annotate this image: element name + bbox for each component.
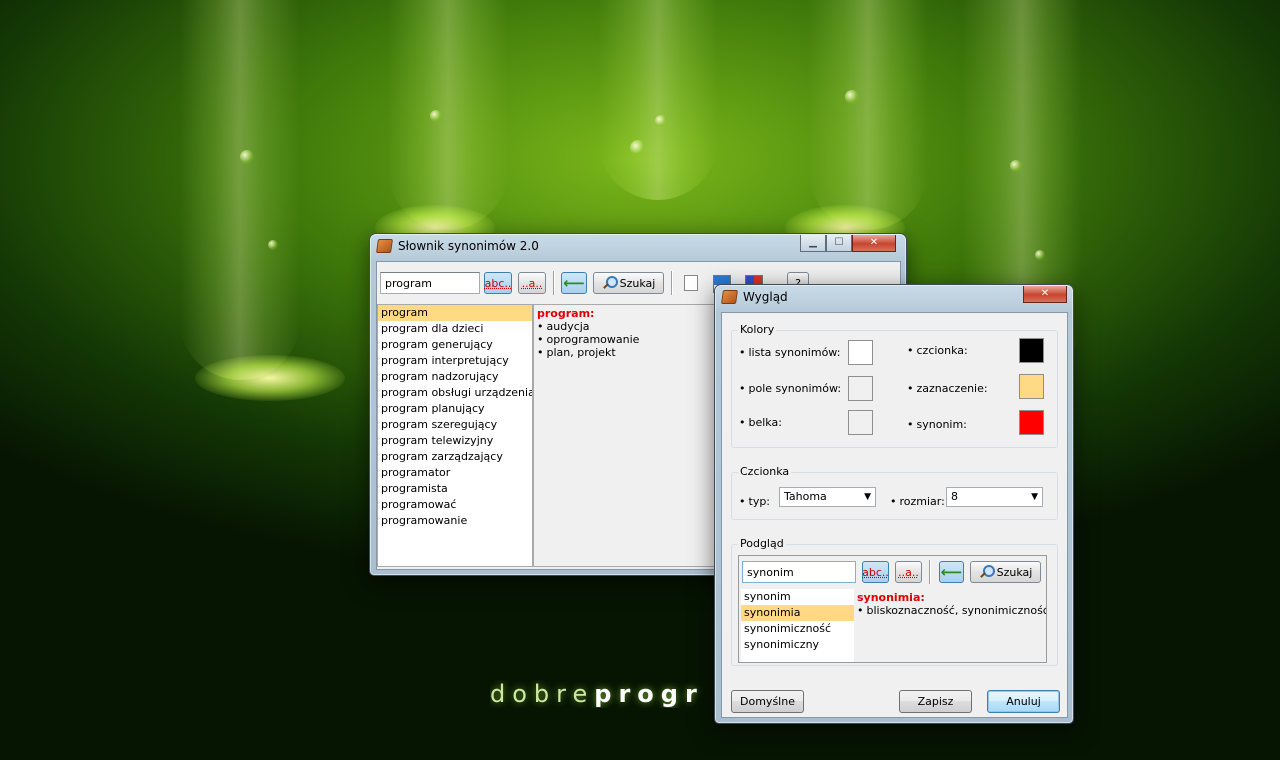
color-swatch-synonym[interactable] <box>1019 410 1044 435</box>
colors-group-label: Kolory <box>738 323 777 336</box>
word-list[interactable]: program program dla dzieci program gener… <box>377 304 533 567</box>
main-titlebar[interactable]: Słownik synonimów 2.0 ▁ ☐ ✕ <box>370 234 906 260</box>
list-item[interactable]: program dla dzieci <box>378 321 532 337</box>
color-label-synonym: synonim: <box>907 418 967 431</box>
list-item[interactable]: program nadzorujący <box>378 369 532 385</box>
list-item[interactable]: program zarządzający <box>378 449 532 465</box>
close-button[interactable]: ✕ <box>852 235 896 252</box>
brand-bold-text: progr <box>594 680 704 708</box>
preview-synonym-item[interactable]: bliskoznaczność, synonimiczność <box>857 604 1047 617</box>
back-button[interactable]: ⟵ <box>561 272 587 294</box>
list-item[interactable]: program generujący <box>378 337 532 353</box>
search-button[interactable]: Szukaj <box>593 272 664 294</box>
dialog-title: Wygląd <box>743 290 788 304</box>
toolbar-separator-2 <box>671 271 673 295</box>
back-arrow-icon: ⟵ <box>563 273 585 292</box>
color-label-selection: zaznaczenie: <box>907 382 988 395</box>
font-size-value: 8 <box>951 490 958 503</box>
preview-dots-label: ..a.. <box>898 565 919 579</box>
list-item[interactable]: program <box>378 305 532 321</box>
preview-whole-word-button[interactable]: abc.. <box>862 561 889 583</box>
preview-separator <box>929 560 931 584</box>
abc-label: abc.. <box>484 276 512 290</box>
chevron-down-icon: ▼ <box>1031 492 1038 502</box>
preview-list-item[interactable]: synonimiczny <box>741 637 854 653</box>
minimize-button[interactable]: ▁ <box>800 235 826 252</box>
search-button-label: Szukaj <box>619 276 656 290</box>
color-swatch-font[interactable] <box>1019 338 1044 363</box>
color-label-font: czcionka: <box>907 344 968 357</box>
color-swatch-list[interactable] <box>848 340 873 365</box>
font-type-label: typ: <box>739 495 771 508</box>
list-item[interactable]: programowanie <box>378 513 532 529</box>
color-label-bar: belka: <box>739 416 782 429</box>
maximize-button[interactable]: ☐ <box>826 235 852 252</box>
preview-group: Podgląd abc.. ..a.. ⟵ Szukaj synonim syn… <box>731 537 1058 666</box>
dots-label: ..a.. <box>521 276 543 290</box>
contains-button[interactable]: ..a.. <box>518 272 546 294</box>
preview-contains-button[interactable]: ..a.. <box>895 561 922 583</box>
list-item[interactable]: program planujący <box>378 401 532 417</box>
color-label-list: lista synonimów: <box>739 346 841 359</box>
preview-definition-headword: synonimia: <box>857 591 925 604</box>
font-group: Czcionka typ: Tahoma▼ rozmiar: 8▼ <box>731 465 1058 520</box>
preview-list-item[interactable]: synonimia <box>741 605 854 621</box>
preview-list-item[interactable]: synonim <box>741 589 854 605</box>
colors-group: Kolory lista synonimów: pole synonimów: … <box>731 323 1058 448</box>
preview-back-button[interactable]: ⟵ <box>939 561 964 583</box>
chevron-down-icon: ▼ <box>864 492 871 502</box>
back-arrow-icon: ⟵ <box>940 562 963 581</box>
list-item[interactable]: program telewizyjny <box>378 433 532 449</box>
list-item[interactable]: program obsługi urządzenia <box>378 385 532 401</box>
magnifier-icon <box>979 565 995 579</box>
list-item[interactable]: program interpretujący <box>378 353 532 369</box>
font-type-value: Tahoma <box>784 490 827 503</box>
font-group-label: Czcionka <box>738 465 792 478</box>
book-icon <box>721 290 738 304</box>
list-item[interactable]: programować <box>378 497 532 513</box>
copy-icon[interactable] <box>684 275 698 291</box>
preview-list-item[interactable]: synonimiczność <box>741 621 854 637</box>
toolbar-separator <box>553 271 555 295</box>
color-swatch-selection[interactable] <box>1019 374 1044 399</box>
dialog-titlebar[interactable]: Wygląd ✕ <box>715 285 1073 311</box>
book-icon <box>376 239 393 253</box>
preview-definition-pane[interactable]: synonimia: bliskoznaczność, synonimiczno… <box>854 589 1046 662</box>
preview-group-label: Podgląd <box>738 537 786 550</box>
cancel-button[interactable]: Anuluj <box>987 690 1060 713</box>
preview-abc-label: abc.. <box>862 565 889 579</box>
list-item[interactable]: programator <box>378 465 532 481</box>
font-size-label: rozmiar: <box>890 495 945 508</box>
dialog-client-area: Kolory lista synonimów: pole synonimów: … <box>721 312 1068 718</box>
color-swatch-field[interactable] <box>848 376 873 401</box>
font-size-select[interactable]: 8 ▼ <box>946 487 1043 507</box>
preview-search-button[interactable]: Szukaj <box>970 561 1041 583</box>
wallpaper-brand-text: dobreprogr <box>490 680 715 708</box>
dialog-close-button[interactable]: ✕ <box>1023 286 1067 303</box>
defaults-button[interactable]: Domyślne <box>731 690 804 713</box>
font-type-select[interactable]: Tahoma ▼ <box>779 487 876 507</box>
preview-search-label: Szukaj <box>996 565 1033 579</box>
color-swatch-bar[interactable] <box>848 410 873 435</box>
color-label-field: pole synonimów: <box>739 382 842 395</box>
list-item[interactable]: program szeregujący <box>378 417 532 433</box>
preview-word-list[interactable]: synonim synonimia synonimiczność synonim… <box>741 589 854 662</box>
appearance-dialog: Wygląd ✕ Kolory lista synonimów: pole sy… <box>714 284 1074 724</box>
save-button[interactable]: Zapisz <box>899 690 972 713</box>
brand-light-text: dobre <box>490 680 595 708</box>
preview-search-input[interactable] <box>742 561 856 583</box>
magnifier-icon <box>602 276 618 290</box>
list-item[interactable]: programista <box>378 481 532 497</box>
preview-frame: abc.. ..a.. ⟵ Szukaj synonim synonimia s… <box>738 555 1047 663</box>
search-input[interactable] <box>380 272 480 294</box>
whole-word-button[interactable]: abc.. <box>484 272 512 294</box>
main-window-title: Słownik synonimów 2.0 <box>398 239 539 253</box>
